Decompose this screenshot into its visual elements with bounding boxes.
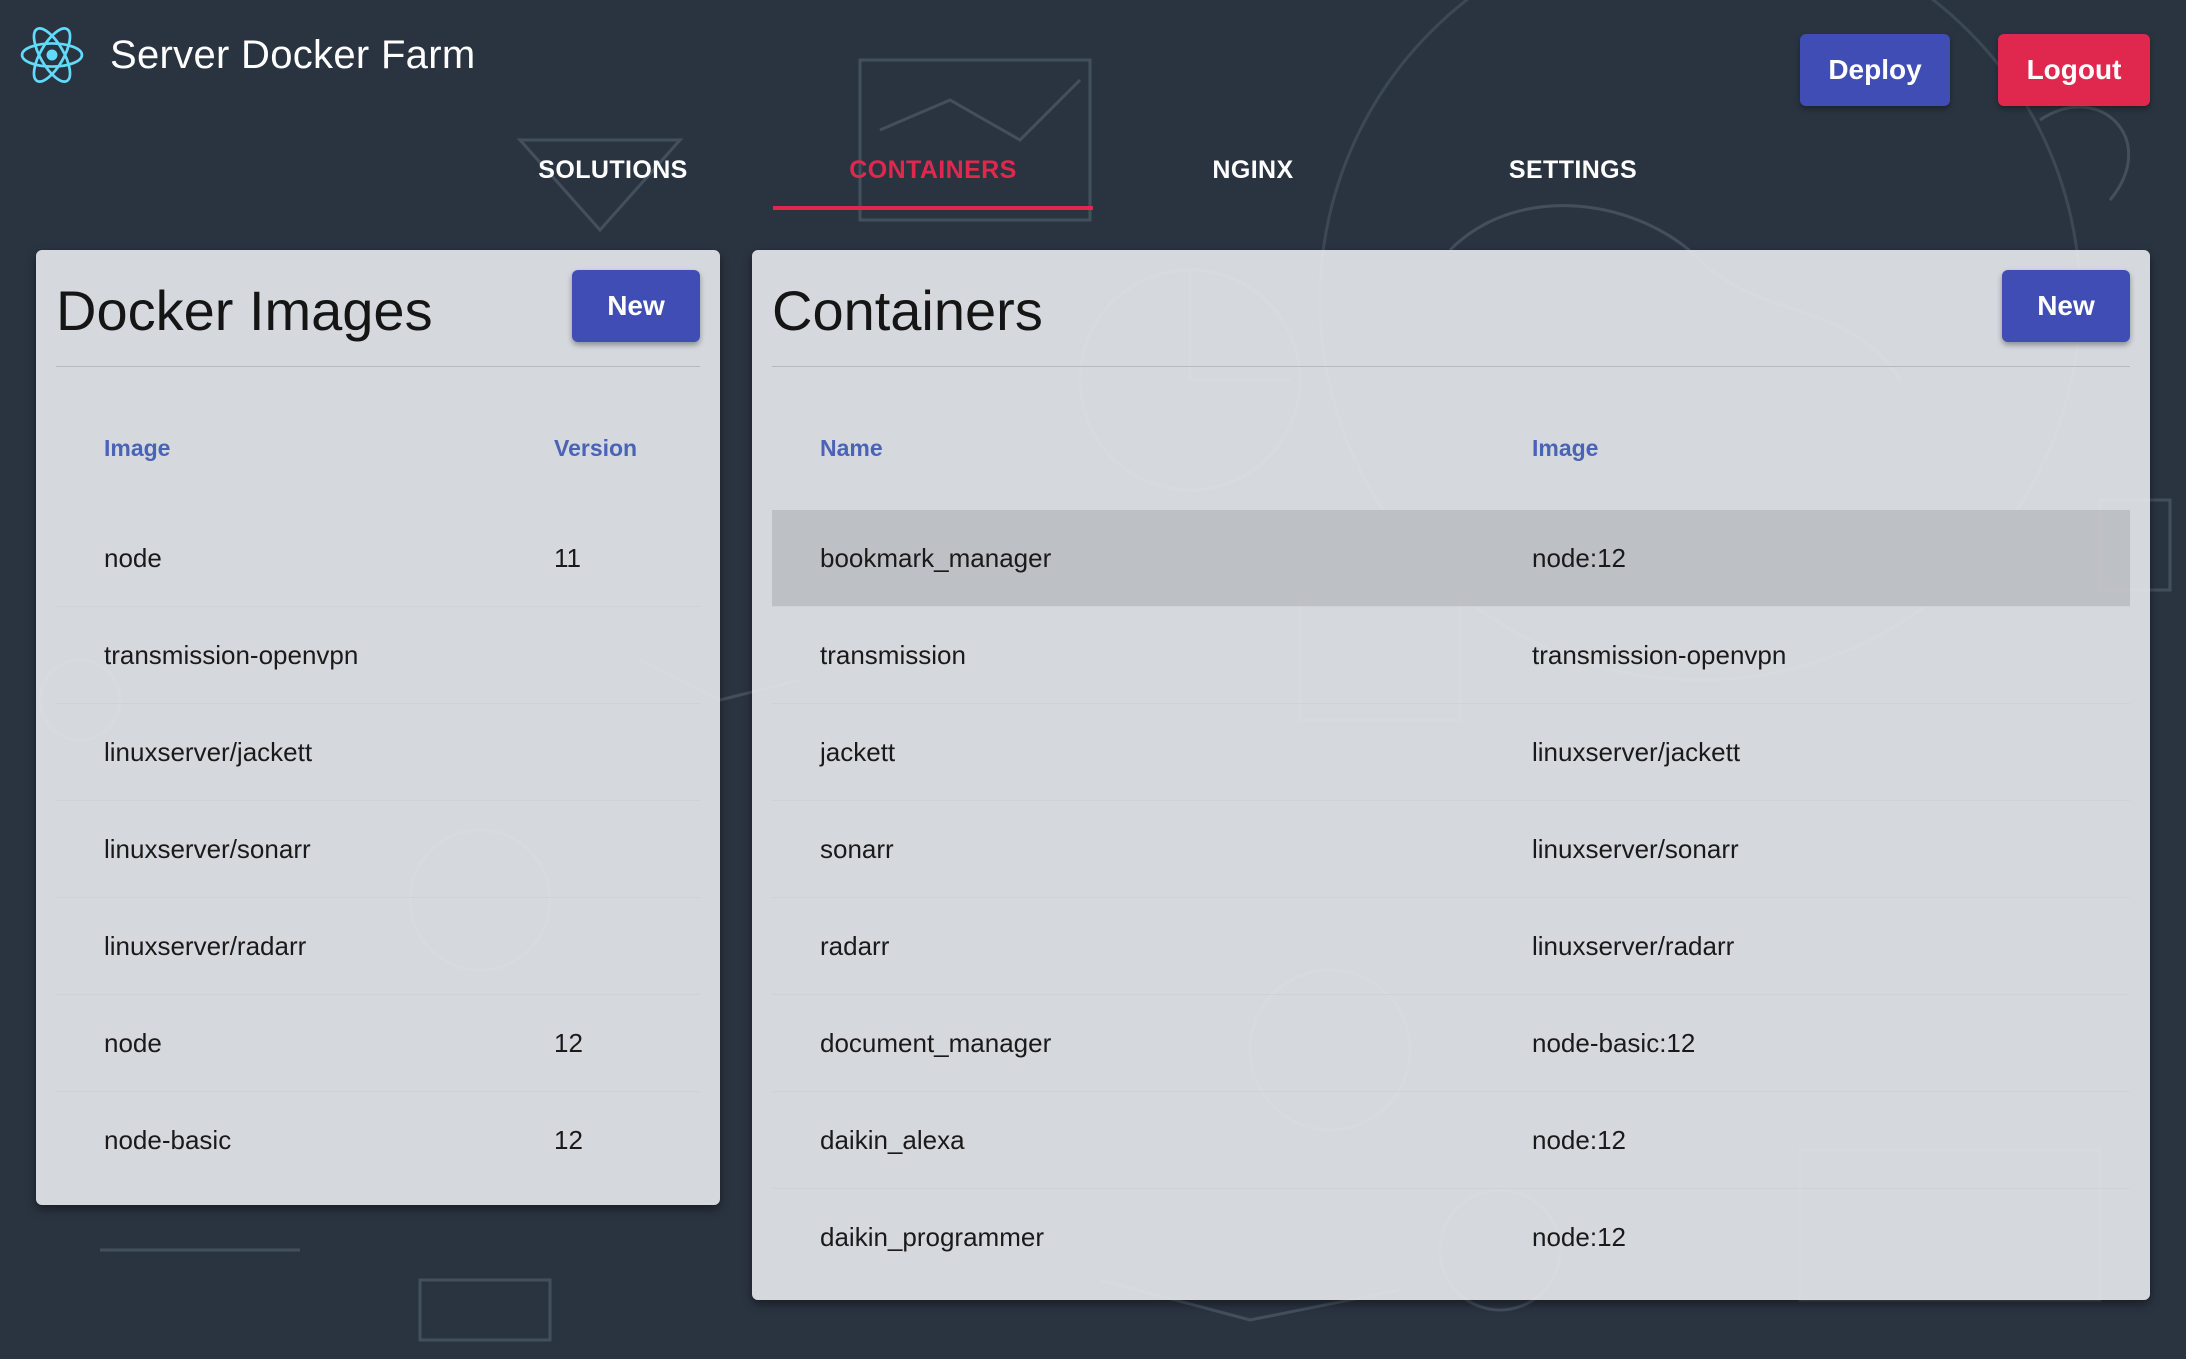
column-header-image[interactable]: Image bbox=[104, 435, 170, 462]
deploy-button[interactable]: Deploy bbox=[1800, 34, 1950, 106]
table-row[interactable]: node-basic 12 bbox=[56, 1092, 700, 1188]
new-container-button[interactable]: New bbox=[2002, 270, 2130, 342]
table-row[interactable]: linuxserver/sonarr bbox=[56, 801, 700, 898]
table-row[interactable]: daikin_alexa node:12 bbox=[772, 1092, 2130, 1189]
new-image-button[interactable]: New bbox=[572, 270, 700, 342]
containers-table: Name Image bookmark_manager node:12 tran… bbox=[772, 405, 2130, 1285]
container-name-cell: daikin_programmer bbox=[820, 1222, 1044, 1252]
image-version-cell: 12 bbox=[554, 1125, 583, 1155]
container-image-cell: node-basic:12 bbox=[1532, 1028, 1696, 1058]
docker-images-body: node 11 transmission-openvpn linuxserver… bbox=[56, 510, 700, 1188]
table-row[interactable]: document_manager node-basic:12 bbox=[772, 995, 2130, 1092]
image-name-cell: node-basic bbox=[104, 1125, 232, 1155]
container-name-cell: document_manager bbox=[820, 1028, 1052, 1058]
docker-images-title: Docker Images bbox=[56, 279, 433, 342]
docker-images-header: Docker Images New bbox=[56, 268, 700, 367]
tab-containers[interactable]: CONTAINERS bbox=[773, 130, 1093, 210]
table-row[interactable]: jackett linuxserver/jackett bbox=[772, 704, 2130, 801]
table-row[interactable]: sonarr linuxserver/sonarr bbox=[772, 801, 2130, 898]
image-name-cell: linuxserver/sonarr bbox=[104, 834, 311, 864]
containers-body: bookmark_manager node:12 transmission tr… bbox=[772, 510, 2130, 1285]
table-row[interactable]: node 11 bbox=[56, 510, 700, 607]
docker-images-table: Image Version node 11 transmission-openv… bbox=[56, 405, 700, 1188]
container-name-cell: bookmark_manager bbox=[820, 543, 1052, 573]
container-name-cell: sonarr bbox=[820, 834, 894, 864]
table-row[interactable]: transmission transmission-openvpn bbox=[772, 607, 2130, 704]
table-header: Image Version bbox=[56, 405, 700, 510]
tab-settings[interactable]: SETTINGS bbox=[1413, 130, 1733, 210]
containers-title: Containers bbox=[772, 279, 1043, 342]
logout-button[interactable]: Logout bbox=[1998, 34, 2150, 106]
containers-panel: Containers New Name Image bookmark_manag… bbox=[752, 250, 2150, 1300]
main-tabs: SOLUTIONS CONTAINERS NGINX SETTINGS bbox=[0, 130, 2186, 210]
table-row-selected[interactable]: bookmark_manager node:12 bbox=[772, 510, 2130, 607]
react-atom-icon bbox=[20, 27, 84, 83]
container-image-cell: linuxserver/jackett bbox=[1532, 737, 1741, 767]
app-brand: Server Docker Farm bbox=[18, 20, 475, 90]
tab-solutions[interactable]: SOLUTIONS bbox=[453, 130, 773, 210]
column-header-name[interactable]: Name bbox=[820, 435, 883, 462]
docker-images-panel: Docker Images New Image Version node 11 … bbox=[36, 250, 720, 1205]
image-name-cell: node bbox=[104, 1028, 162, 1058]
column-header-version[interactable]: Version bbox=[554, 435, 637, 462]
table-row[interactable]: linuxserver/radarr bbox=[56, 898, 700, 995]
tab-containers-label: CONTAINERS bbox=[849, 155, 1017, 184]
active-tab-indicator bbox=[773, 206, 1093, 210]
table-row[interactable]: daikin_programmer node:12 bbox=[772, 1189, 2130, 1285]
container-image-cell: node:12 bbox=[1532, 543, 1626, 573]
container-name-cell: daikin_alexa bbox=[820, 1125, 965, 1155]
container-image-cell: node:12 bbox=[1532, 1125, 1626, 1155]
container-name-cell: radarr bbox=[820, 931, 890, 961]
column-header-image[interactable]: Image bbox=[1532, 435, 1598, 462]
container-image-cell: linuxserver/sonarr bbox=[1532, 834, 1739, 864]
container-image-cell: transmission-openvpn bbox=[1532, 640, 1787, 670]
table-row[interactable]: node 12 bbox=[56, 995, 700, 1092]
image-version-cell: 11 bbox=[554, 543, 581, 573]
image-name-cell: node bbox=[104, 543, 162, 573]
table-row[interactable]: radarr linuxserver/radarr bbox=[772, 898, 2130, 995]
image-name-cell: linuxserver/radarr bbox=[104, 931, 307, 961]
container-name-cell: jackett bbox=[820, 737, 896, 767]
container-image-cell: linuxserver/radarr bbox=[1532, 931, 1735, 961]
table-header: Name Image bbox=[772, 405, 2130, 510]
app-title: Server Docker Farm bbox=[110, 32, 476, 77]
table-row[interactable]: linuxserver/jackett bbox=[56, 704, 700, 801]
container-name-cell: transmission bbox=[820, 640, 966, 670]
image-version-cell: 12 bbox=[554, 1028, 583, 1058]
image-name-cell: transmission-openvpn bbox=[104, 640, 359, 670]
container-image-cell: node:12 bbox=[1532, 1222, 1626, 1252]
tab-nginx[interactable]: NGINX bbox=[1093, 130, 1413, 210]
image-name-cell: linuxserver/jackett bbox=[104, 737, 313, 767]
table-row[interactable]: transmission-openvpn bbox=[56, 607, 700, 704]
containers-header: Containers New bbox=[772, 268, 2130, 367]
